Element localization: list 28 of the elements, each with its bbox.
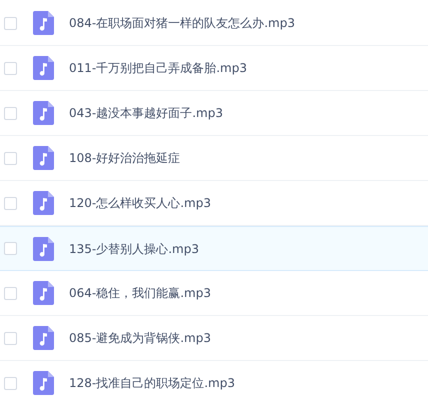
file-row[interactable]: 135-少替别人操心.mp3: [0, 226, 428, 271]
file-name: 084-在职场面对猪一样的队友怎么办.mp3: [69, 15, 295, 32]
checkbox[interactable]: [4, 242, 17, 255]
music-file-icon: [33, 191, 54, 215]
music-file-icon: [33, 326, 54, 350]
music-file-icon: [33, 56, 54, 80]
music-file-icon: [33, 281, 54, 305]
file-name: 120-怎么样收买人心.mp3: [69, 195, 211, 212]
checkbox[interactable]: [4, 196, 17, 210]
file-name: 011-千万别把自己弄成备胎.mp3: [69, 60, 247, 77]
file-name: 064-稳住，我们能赢.mp3: [69, 285, 211, 302]
checkbox[interactable]: [4, 62, 17, 74]
file-name: 108-好好治治拖延症: [69, 150, 180, 167]
file-name: 135-少替别人操心.mp3: [69, 240, 199, 258]
music-file-icon: [33, 146, 54, 170]
file-name: 128-找准自己的职场定位.mp3: [69, 375, 235, 392]
file-name: 085-避免成为背锅侠.mp3: [69, 330, 211, 347]
checkbox[interactable]: [4, 376, 17, 390]
music-file-icon: [33, 101, 54, 125]
checkbox[interactable]: [4, 16, 17, 30]
music-file-icon: [33, 371, 54, 395]
checkbox[interactable]: [4, 332, 17, 344]
music-file-icon: [33, 11, 54, 35]
file-name: 043-越没本事越好面子.mp3: [69, 105, 223, 122]
music-file-icon: [33, 236, 54, 260]
checkbox[interactable]: [4, 286, 17, 300]
checkbox[interactable]: [4, 152, 17, 164]
checkbox[interactable]: [4, 106, 17, 120]
